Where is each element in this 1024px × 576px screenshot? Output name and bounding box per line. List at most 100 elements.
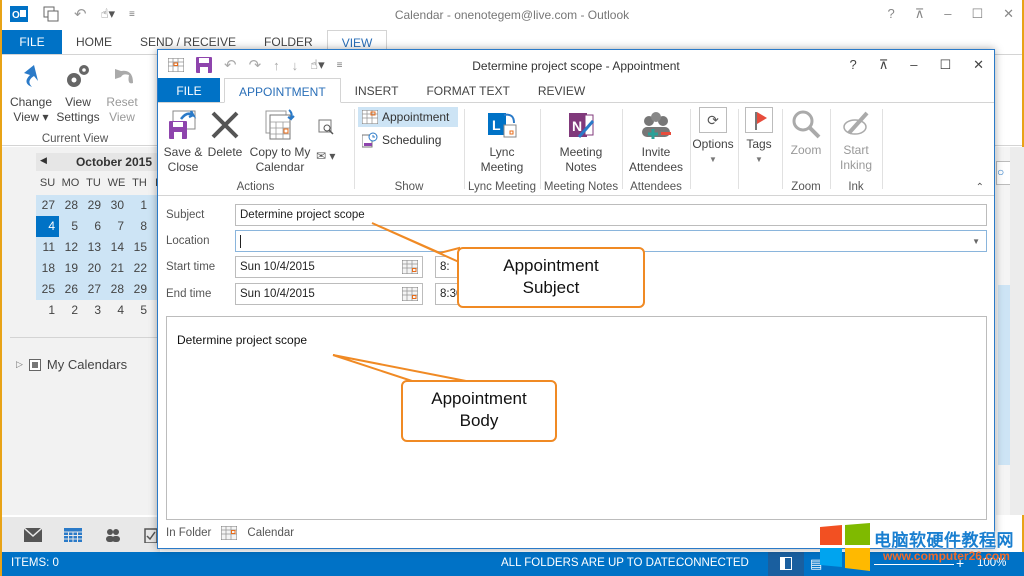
tab-file[interactable]: FILE	[158, 78, 220, 102]
lync-meeting-button[interactable]: L Lync Meeting	[474, 109, 530, 175]
location-dropdown-icon[interactable]: ▼	[972, 237, 980, 246]
window-controls: ? ⊼ – ☐ ✕	[887, 6, 1014, 22]
tab-format-text[interactable]: FORMAT TEXT	[412, 78, 523, 102]
calendar-day[interactable]: 1	[36, 300, 59, 321]
minimize-icon[interactable]: –	[944, 6, 951, 22]
calendar-day[interactable]: 13	[82, 237, 105, 258]
calendar-day[interactable]: 2	[59, 300, 82, 321]
calendar-day[interactable]: 15	[128, 237, 151, 258]
tasks-icon[interactable]	[144, 527, 158, 543]
calendar-day[interactable]: 14	[105, 237, 128, 258]
in-folder-value: Calendar	[247, 527, 295, 539]
maximize-icon[interactable]: ☐	[939, 57, 951, 73]
items-count: ITEMS: 0	[11, 557, 59, 569]
start-date-input[interactable]: Sun 10/4/2015	[235, 256, 423, 278]
zoom-slider[interactable]	[874, 564, 954, 565]
calendar-day[interactable]: 20	[82, 258, 105, 279]
appointment-body[interactable]: Determine project scope	[166, 316, 987, 520]
next-appointment-bar[interactable]	[998, 285, 1010, 465]
copy-to-my-calendar-button[interactable]: Copy to My Calendar	[248, 109, 312, 175]
delete-button[interactable]: Delete	[206, 109, 244, 160]
calendar-day[interactable]: 19	[59, 258, 82, 279]
my-calendars-label: My Calendars	[46, 357, 128, 372]
ribbon-display-icon[interactable]: ⊼	[915, 6, 925, 22]
help-icon[interactable]: ?	[887, 6, 894, 22]
invite-attendees-button[interactable]: Invite Attendees	[626, 109, 686, 175]
calendar-day[interactable]: 7	[105, 216, 128, 237]
calendar-day[interactable]: 1	[128, 195, 151, 216]
onenote-icon: N	[569, 113, 595, 138]
help-icon[interactable]: ?	[849, 57, 856, 73]
minimize-icon[interactable]: –	[910, 57, 917, 73]
calendar-day[interactable]: 4	[105, 300, 128, 321]
close-icon[interactable]: ✕	[1003, 6, 1014, 22]
tab-appointment[interactable]: APPOINTMENT	[224, 78, 341, 103]
calendar-day[interactable]: 27	[82, 279, 105, 300]
invite-attendees-icon	[642, 112, 671, 139]
show-appointment-button[interactable]: Appointment	[358, 107, 458, 127]
save-close-button[interactable]: Save & Close	[162, 109, 204, 175]
navigation-pane: ◀ October 2015 SU MO TU WE TH FR 2728293…	[2, 147, 174, 553]
calendar-day[interactable]: 28	[105, 279, 128, 300]
view-settings-button[interactable]: View Settings	[56, 61, 100, 125]
group-ink: Start Inking Ink	[830, 103, 882, 195]
end-date-input[interactable]: Sun 10/4/2015	[235, 283, 423, 305]
tab-review[interactable]: REVIEW	[524, 78, 599, 102]
calendar-day[interactable]: 21	[105, 258, 128, 279]
group-label: Actions	[236, 181, 275, 193]
text-cursor	[240, 235, 241, 248]
group-label: Ink	[848, 181, 864, 193]
calendar-day[interactable]: 18	[36, 258, 59, 279]
show-scheduling-button[interactable]: Scheduling	[358, 130, 458, 150]
change-view-button[interactable]: Change View ▾	[8, 61, 54, 125]
meeting-notes-button[interactable]: N Meeting Notes	[552, 109, 610, 175]
collapse-ribbon-icon[interactable]: ⌃	[976, 182, 984, 193]
calendar-day[interactable]: 29	[128, 279, 151, 300]
browse-calendar-icon[interactable]	[318, 119, 334, 135]
connection-status: CONNECTED	[676, 557, 749, 569]
close-icon[interactable]: ✕	[973, 57, 984, 73]
calendar-day[interactable]: 26	[59, 279, 82, 300]
tags-button[interactable]: Tags ▼	[740, 107, 778, 167]
zoom-button[interactable]: Zoom	[786, 109, 826, 158]
ribbon-display-icon[interactable]: ⊼	[879, 57, 889, 73]
mail-icon[interactable]	[24, 528, 42, 542]
my-calendars-group[interactable]: ▷ My Calendars	[16, 357, 127, 372]
people-icon[interactable]	[104, 528, 122, 542]
group-label: Current View	[41, 133, 109, 145]
expand-icon[interactable]: ▷	[16, 359, 23, 370]
maximize-icon[interactable]: ☐	[971, 6, 983, 22]
previous-month-icon[interactable]: ◀	[40, 155, 47, 166]
calendar-day[interactable]: 5	[128, 300, 151, 321]
checkbox-icon[interactable]	[28, 358, 41, 371]
start-inking-button[interactable]: Start Inking	[834, 109, 878, 173]
calendar-day[interactable]: 11	[36, 237, 59, 258]
tab-insert[interactable]: INSERT	[341, 78, 413, 102]
calendar-day[interactable]: 25	[36, 279, 59, 300]
forward-dropdown-icon[interactable]: ✉ ▾	[316, 149, 335, 163]
search-icon: ○	[997, 165, 1005, 179]
subject-input[interactable]: Determine project scope	[235, 204, 987, 226]
reset-view-button[interactable]: Reset View	[102, 61, 142, 125]
save-close-icon	[169, 110, 197, 139]
options-button[interactable]: ⟳ Options ▼	[692, 107, 734, 167]
scrollbar[interactable]	[1010, 147, 1024, 515]
calendar-day[interactable]: 29	[82, 195, 105, 216]
tab-file[interactable]: FILE	[2, 30, 62, 54]
calendar-day[interactable]: 6	[82, 216, 105, 237]
calendar-day[interactable]: 12	[59, 237, 82, 258]
calendar-day[interactable]: 8	[128, 216, 151, 237]
calendar-day[interactable]: 27	[36, 195, 59, 216]
date-picker-icon[interactable]	[402, 260, 418, 274]
calendar-day[interactable]: 30	[105, 195, 128, 216]
tab-home[interactable]: HOME	[62, 30, 126, 54]
magnifier-icon	[792, 110, 821, 139]
calendar-day[interactable]: 22	[128, 258, 151, 279]
date-picker-icon[interactable]	[402, 287, 418, 301]
calendar-day[interactable]: 28	[59, 195, 82, 216]
calendar-day[interactable]: 3	[82, 300, 105, 321]
calendar-day[interactable]: 5	[59, 216, 82, 237]
normal-view-button[interactable]	[768, 552, 804, 576]
calendar-icon[interactable]	[64, 528, 82, 542]
calendar-day-selected[interactable]: 4	[36, 216, 59, 237]
